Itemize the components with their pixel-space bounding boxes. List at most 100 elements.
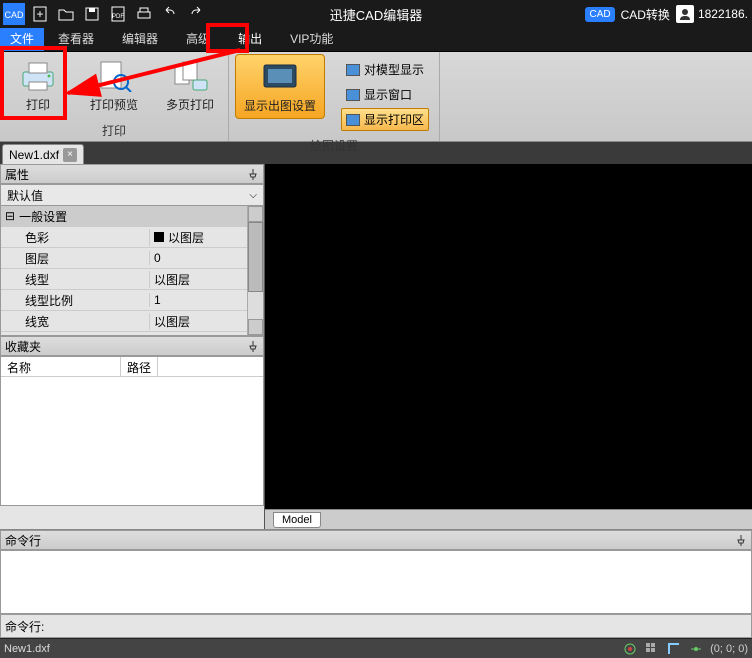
tab-file[interactable]: 文件 (0, 28, 44, 51)
svg-text:PDF: PDF (112, 14, 124, 20)
prop-row[interactable]: 色彩以图层 (1, 227, 263, 248)
printer-icon (16, 58, 60, 94)
title-bar: CAD + PDF 迅捷CAD编辑器 CAD CAD转换 1822186. (0, 0, 752, 28)
tab-viewer[interactable]: 查看器 (44, 28, 108, 51)
quick-access-toolbar: CAD + PDF (0, 2, 208, 26)
favorites-title: 收藏夹 (5, 338, 41, 355)
tab-vip[interactable]: VIP功能 (276, 28, 347, 51)
section-general[interactable]: ⊟一般设置 (1, 206, 263, 227)
document-tab-label: New1.dxf (9, 148, 59, 162)
scroll-up-icon[interactable] (248, 206, 263, 222)
drawing-canvas[interactable] (265, 164, 752, 509)
col-path[interactable]: 路径 (121, 357, 158, 376)
cad-badge: CAD (585, 7, 614, 22)
properties-header: 属性 (0, 164, 264, 184)
show-plot-settings-button[interactable]: 显示出图设置 (235, 54, 325, 119)
tab-editor[interactable]: 编辑器 (108, 28, 172, 51)
default-value: 默认值 (7, 187, 43, 204)
cad-convert-link[interactable]: CAD转换 (621, 6, 670, 23)
status-icon-3[interactable] (666, 642, 682, 656)
ribbon: 打印 打印预览 多页打印 打印 显示出图设置 对模型显示 显示窗口 显示打印区 (0, 52, 752, 142)
save-icon[interactable] (80, 2, 104, 26)
favorites-header: 收藏夹 (0, 336, 264, 356)
favorites-panel: 收藏夹 名称 路径 (0, 336, 264, 506)
preview-label: 打印预览 (90, 96, 138, 113)
multipage-label: 多页打印 (166, 96, 214, 113)
group-display: 显示出图设置 对模型显示 显示窗口 显示打印区 绘图设置 (229, 52, 440, 141)
ribbon-tabs: 文件 查看器 编辑器 高级 输出 VIP功能 (0, 28, 752, 52)
command-prompt: 命令行: (5, 618, 44, 635)
status-icon-4[interactable] (688, 642, 704, 656)
square-icon (346, 114, 360, 126)
properties-title: 属性 (5, 166, 29, 183)
status-coords: (0; 0; 0) (710, 643, 748, 655)
undo-icon[interactable] (158, 2, 182, 26)
favorites-table-header: 名称 路径 (1, 357, 263, 377)
user-account[interactable]: 1822186. (676, 5, 748, 23)
scrollbar[interactable] (247, 206, 263, 335)
display-options: 对模型显示 显示窗口 显示打印区 (337, 54, 433, 135)
preview-icon (92, 58, 136, 94)
command-title: 命令行 (5, 532, 41, 549)
default-dropdown[interactable]: 默认值 ⌵ (0, 184, 264, 206)
user-icon (676, 5, 694, 23)
close-tab-icon[interactable]: × (63, 148, 77, 162)
pin-icon[interactable] (247, 168, 259, 180)
prop-row[interactable]: 线宽以图层 (1, 311, 263, 332)
pdf-icon[interactable]: PDF (106, 2, 130, 26)
open-icon[interactable] (54, 2, 78, 26)
col-name[interactable]: 名称 (1, 357, 121, 376)
pin-icon[interactable] (735, 534, 747, 546)
print-area-button[interactable]: 显示打印区 (341, 108, 429, 131)
window-display-label: 显示窗口 (364, 86, 412, 103)
document-tab[interactable]: New1.dxf × (2, 144, 84, 164)
app-icon[interactable]: CAD (2, 2, 26, 26)
print-preview-button[interactable]: 打印预览 (82, 54, 146, 113)
property-grid: ⊟一般设置 色彩以图层 图层0 线型以图层 线型比例1 线宽以图层 (0, 206, 264, 336)
chevron-down-icon: ⌵ (249, 190, 257, 201)
group-display-label: 绘图设置 (235, 135, 433, 156)
status-file: New1.dxf (4, 643, 50, 655)
scroll-down-icon[interactable] (248, 319, 263, 335)
app-title: 迅捷CAD编辑器 (330, 5, 422, 24)
svg-text:CAD: CAD (4, 10, 24, 20)
status-icon-1[interactable] (622, 642, 638, 656)
model-tab[interactable]: Model (273, 512, 321, 528)
pin-icon[interactable] (247, 340, 259, 352)
command-header: 命令行 (0, 530, 752, 550)
workspace: 属性 默认值 ⌵ ⊟一般设置 色彩以图层 图层0 线型以图层 线型比例1 线宽以… (0, 164, 752, 529)
window-display-button[interactable]: 显示窗口 (341, 83, 429, 106)
new-icon[interactable]: + (28, 2, 52, 26)
svg-text:+: + (36, 7, 43, 21)
command-input[interactable] (48, 619, 747, 633)
command-log[interactable] (0, 550, 752, 614)
square-icon (346, 64, 360, 76)
status-right: (0; 0; 0) (622, 642, 748, 656)
multi-print-button[interactable]: 多页打印 (158, 54, 222, 113)
command-input-row: 命令行: (0, 614, 752, 638)
model-display-button[interactable]: 对模型显示 (341, 58, 429, 81)
square-icon (346, 89, 360, 101)
group-print: 打印 打印预览 多页打印 打印 (0, 52, 229, 141)
prop-row[interactable]: 线型比例1 (1, 290, 263, 311)
left-panel: 属性 默认值 ⌵ ⊟一般设置 色彩以图层 图层0 线型以图层 线型比例1 线宽以… (0, 164, 265, 529)
model-display-label: 对模型显示 (364, 61, 424, 78)
prop-row[interactable]: 线型以图层 (1, 269, 263, 290)
tab-advanced[interactable]: 高级 (172, 28, 224, 51)
display-icon (258, 59, 302, 95)
canvas-area: Model (265, 164, 752, 529)
show-plot-settings-label: 显示出图设置 (244, 97, 316, 114)
print-button[interactable]: 打印 (6, 54, 70, 113)
status-bar: New1.dxf (0; 0; 0) (0, 638, 752, 658)
status-icon-2[interactable] (644, 642, 660, 656)
prop-row[interactable]: 图层0 (1, 248, 263, 269)
multipage-icon (168, 58, 212, 94)
print-quick-icon[interactable] (132, 2, 156, 26)
color-swatch-icon (154, 232, 164, 242)
user-name: 1822186. (698, 7, 748, 21)
tab-output[interactable]: 输出 (224, 28, 276, 51)
redo-icon[interactable] (184, 2, 208, 26)
print-label: 打印 (26, 96, 50, 113)
scroll-thumb[interactable] (248, 222, 263, 292)
group-print-label: 打印 (6, 120, 222, 141)
